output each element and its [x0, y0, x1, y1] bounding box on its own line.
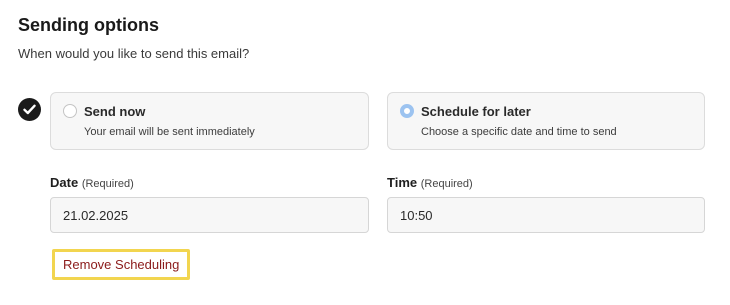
date-label: Date (Required)	[50, 175, 134, 190]
option-label: Send now	[84, 104, 146, 119]
option-description: Choose a specific date and time to send	[421, 126, 617, 138]
send-now-radio[interactable]	[63, 104, 77, 118]
option-label: Schedule for later	[421, 104, 531, 119]
section-title: Sending options	[18, 15, 159, 35]
date-label-text: Date	[50, 175, 79, 190]
sending-options-panel: Sending options When would you like to s…	[0, 0, 730, 305]
section-subtitle: When would you like to send this email?	[18, 46, 250, 61]
check-icon	[18, 98, 41, 121]
schedule-later-radio[interactable]	[400, 104, 414, 118]
required-hint: (Required)	[420, 178, 473, 190]
time-field[interactable]	[387, 197, 705, 233]
option-description: Your email will be sent immediately	[84, 126, 255, 138]
date-field[interactable]	[50, 197, 369, 233]
remove-scheduling-button[interactable]: Remove Scheduling	[52, 249, 191, 280]
option-send-now[interactable]: Send now Your email will be sent immedia…	[50, 92, 369, 150]
time-label: Time (Required)	[387, 175, 473, 190]
time-label-text: Time	[387, 175, 418, 190]
required-hint: (Required)	[81, 178, 134, 190]
option-schedule-later[interactable]: Schedule for later Choose a specific dat…	[387, 92, 705, 150]
